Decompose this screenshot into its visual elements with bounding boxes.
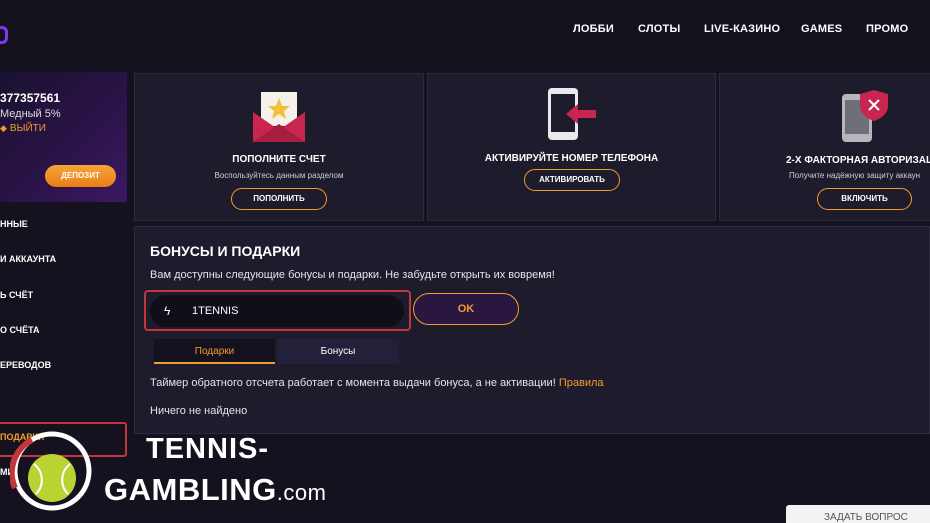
enable-button[interactable]: ВКЛЮЧИТЬ <box>817 188 912 210</box>
deposit-button[interactable]: ДЕПОЗИТ <box>45 165 116 187</box>
card-deposit-title: ПОПОЛНИТЕ СЧЕТ <box>232 154 326 165</box>
sidebar-item-deposit[interactable]: Ь СЧЁТ <box>0 290 33 300</box>
rules-link[interactable]: Правила <box>559 377 604 389</box>
logout-link[interactable]: ◆ ВЫЙТИ <box>0 123 46 134</box>
phone-shield-icon <box>842 90 888 142</box>
activate-button[interactable]: АКТИВИРОВАТЬ <box>524 169 620 191</box>
ask-question-button[interactable]: ЗАДАТЬ ВОПРОС <box>786 505 930 523</box>
card-2fa: 2-Х ФАКТОРНАЯ АВТОРИЗАЦ Получите надёжну… <box>719 73 930 221</box>
topup-button[interactable]: ПОПОЛНИТЬ <box>231 188 327 210</box>
empty-state: Ничего не найдено <box>150 405 248 417</box>
card-phone: АКТИВИРУЙТЕ НОМЕР ТЕЛЕФОНА АКТИВИРОВАТЬ <box>427 73 716 221</box>
card-2fa-title: 2-Х ФАКТОРНАЯ АВТОРИЗАЦ <box>786 155 930 166</box>
envelope-star-icon <box>253 92 305 142</box>
user-level: Медный 5% <box>0 108 61 120</box>
sidebar-item-account[interactable]: И АККАУНТА <box>0 254 56 264</box>
sidebar-item-withdraw[interactable]: О СЧЁТА <box>0 325 40 335</box>
timer-note: Таймер обратного отсчета работает с моме… <box>150 377 604 389</box>
logout-icon: ◆ <box>0 123 7 133</box>
watermark-line1: TENNIS- <box>146 433 269 465</box>
nav-promo[interactable]: ПРОМО <box>866 23 908 39</box>
bonus-panel: БОНУСЫ И ПОДАРКИ Вам доступны следующие … <box>134 226 930 434</box>
nav-live-casino[interactable]: LIVE-КАЗИНО <box>704 23 780 39</box>
profile-block: 377357561 Медный 5% ◆ ВЫЙТИ ДЕПОЗИТ <box>0 72 127 202</box>
nav-games[interactable]: GAMES <box>801 23 842 39</box>
logout-label: ВЫЙТИ <box>9 123 46 134</box>
nav-lobby[interactable]: ЛОББИ <box>573 23 614 39</box>
card-2fa-subtitle: Получите надёжную защиту аккаун <box>789 171 921 180</box>
card-deposit: ПОПОЛНИТЕ СЧЕТ Воспользуйтесь данным раз… <box>134 73 424 221</box>
logo[interactable] <box>0 26 8 44</box>
sidebar-item-personal[interactable]: ННЫЕ <box>0 219 28 229</box>
top-bar: ЛОББИ СЛОТЫ LIVE-КАЗИНО GAMES ПРОМО <box>0 0 930 64</box>
card-deposit-subtitle: Воспользуйтесь данным разделом <box>214 171 344 180</box>
phone-arrow-icon <box>548 88 596 140</box>
watermark-name: GAMBLING <box>104 472 277 507</box>
watermark-line2: GAMBLING.com <box>104 472 326 508</box>
sidebar-item-transfers[interactable]: ЕРЕВОДОВ <box>0 360 51 370</box>
card-phone-title: АКТИВИРУЙТЕ НОМЕР ТЕЛЕФОНА <box>484 153 659 164</box>
tab-bonuses[interactable]: Бонусы <box>277 339 399 364</box>
watermark-logo-icon <box>10 431 92 511</box>
bonus-title: БОНУСЫ И ПОДАРКИ <box>150 243 301 259</box>
bonus-note: Вам доступны следующие бонусы и подарки.… <box>150 269 555 281</box>
tab-gifts[interactable]: Подарки <box>154 339 275 364</box>
nav-slots[interactable]: СЛОТЫ <box>638 23 680 39</box>
watermark-suffix: .com <box>276 480 327 505</box>
ok-button[interactable]: OK <box>413 293 519 325</box>
timer-text: Таймер обратного отсчета работает с моме… <box>150 377 556 389</box>
user-id: 377357561 <box>0 91 61 105</box>
highlight-frame <box>144 290 411 331</box>
